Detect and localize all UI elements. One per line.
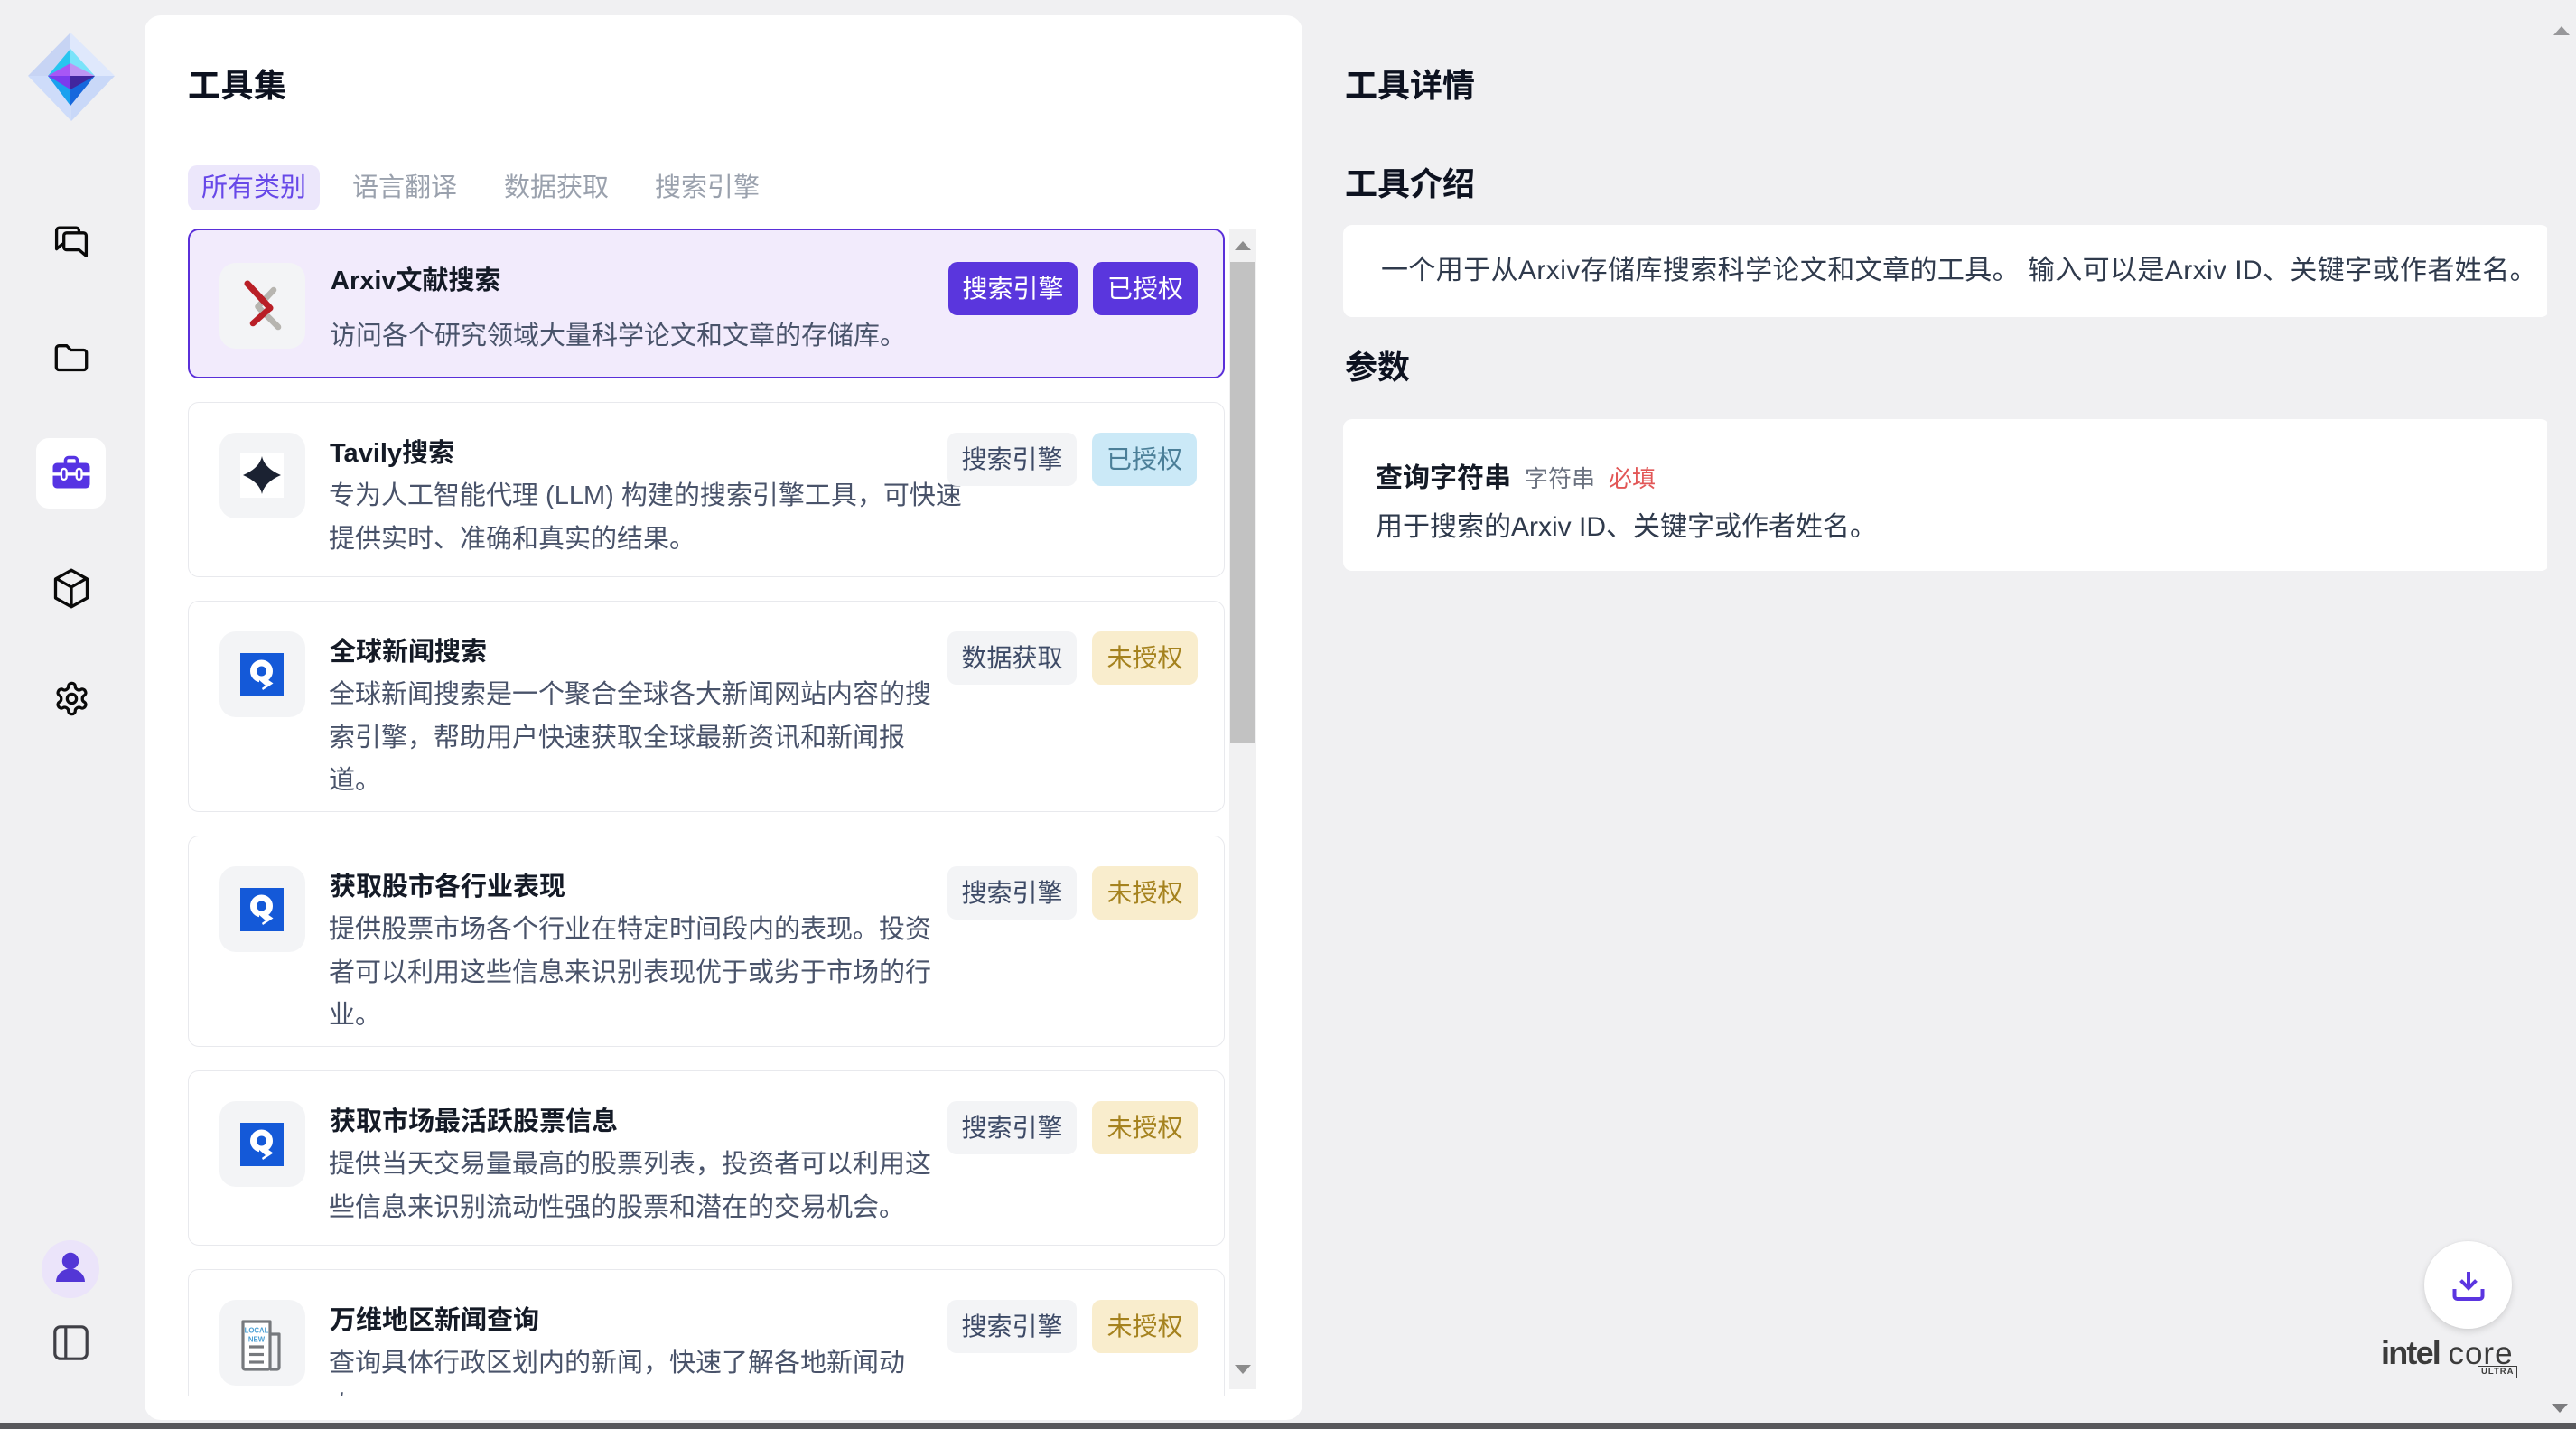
svg-text:NEW: NEW — [248, 1336, 266, 1344]
svg-text:LOCAL: LOCAL — [245, 1327, 269, 1335]
